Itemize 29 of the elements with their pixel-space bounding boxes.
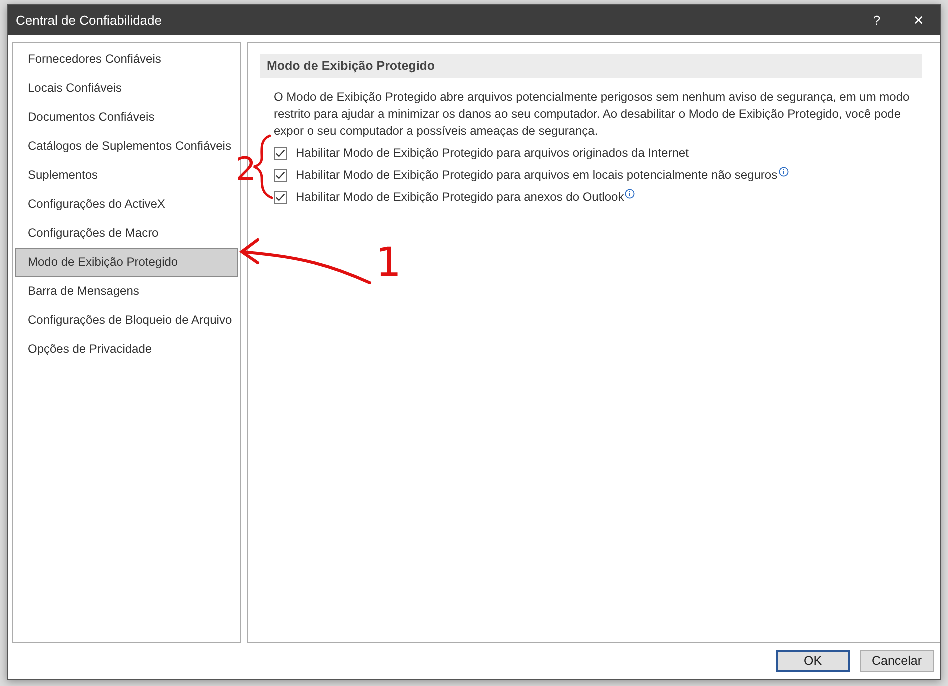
- sidebar-item[interactable]: Fornecedores Confiáveis: [15, 45, 238, 74]
- option-label: Habilitar Modo de Exibição Protegido para arquivos em locais potencialmente não seguros: [296, 168, 778, 182]
- sidebar-item[interactable]: Configurações do ActiveX: [15, 190, 238, 219]
- description-text: O Modo de Exibição Protegido abre arquivos potencialmente perigosos sem nenhum aviso de segurança, em um modo restrito para ajudar a minimizar os danos ao seu computador. Ao desabilitar o Modo de Exibição Protegido, você pode expor o seu computador a possíveis ameaças de segurança.: [274, 89, 911, 140]
- annotation-number: 1: [376, 240, 402, 286]
- checkbox[interactable]: [274, 146, 287, 160]
- checkbox[interactable]: [274, 190, 287, 204]
- dialog-button[interactable]: Cancelar: [860, 650, 934, 672]
- annotation-number: 2: [236, 150, 256, 188]
- sidebar-item[interactable]: Barra de Mensagens: [15, 277, 238, 306]
- help-button[interactable]: ?: [856, 5, 898, 35]
- info-icon[interactable]: [625, 189, 636, 199]
- sidebar-item[interactable]: Catálogos de Suplementos Confiáveis: [15, 132, 238, 161]
- brace-annotation: [252, 134, 274, 200]
- sidebar-item[interactable]: Configurações de Bloqueio de Arquivo: [15, 306, 238, 335]
- sidebar-item[interactable]: Locais Confiáveis: [15, 74, 238, 103]
- option-label: Habilitar Modo de Exibição Protegido para arquivos originados da Internet: [296, 146, 689, 160]
- sidebar-item[interactable]: Documentos Confiáveis: [15, 103, 238, 132]
- dialog-button[interactable]: OK: [776, 650, 850, 672]
- option-label: Habilitar Modo de Exibição Protegido para anexos do Outlook: [296, 190, 624, 204]
- window-title: Central de Confiabilidade: [15, 12, 163, 28]
- info-icon[interactable]: [778, 167, 789, 177]
- section-heading: Modo de Exibição Protegido: [260, 54, 922, 78]
- sidebar-item[interactable]: Suplementos: [15, 161, 238, 190]
- checkbox[interactable]: [274, 168, 287, 182]
- close-button[interactable]: ✕: [898, 5, 940, 35]
- sidebar-item[interactable]: Opções de Privacidade: [15, 335, 238, 364]
- sidebar-item[interactable]: Modo de Exibição Protegido: [15, 248, 238, 277]
- sidebar-item[interactable]: Configurações de Macro: [15, 219, 238, 248]
